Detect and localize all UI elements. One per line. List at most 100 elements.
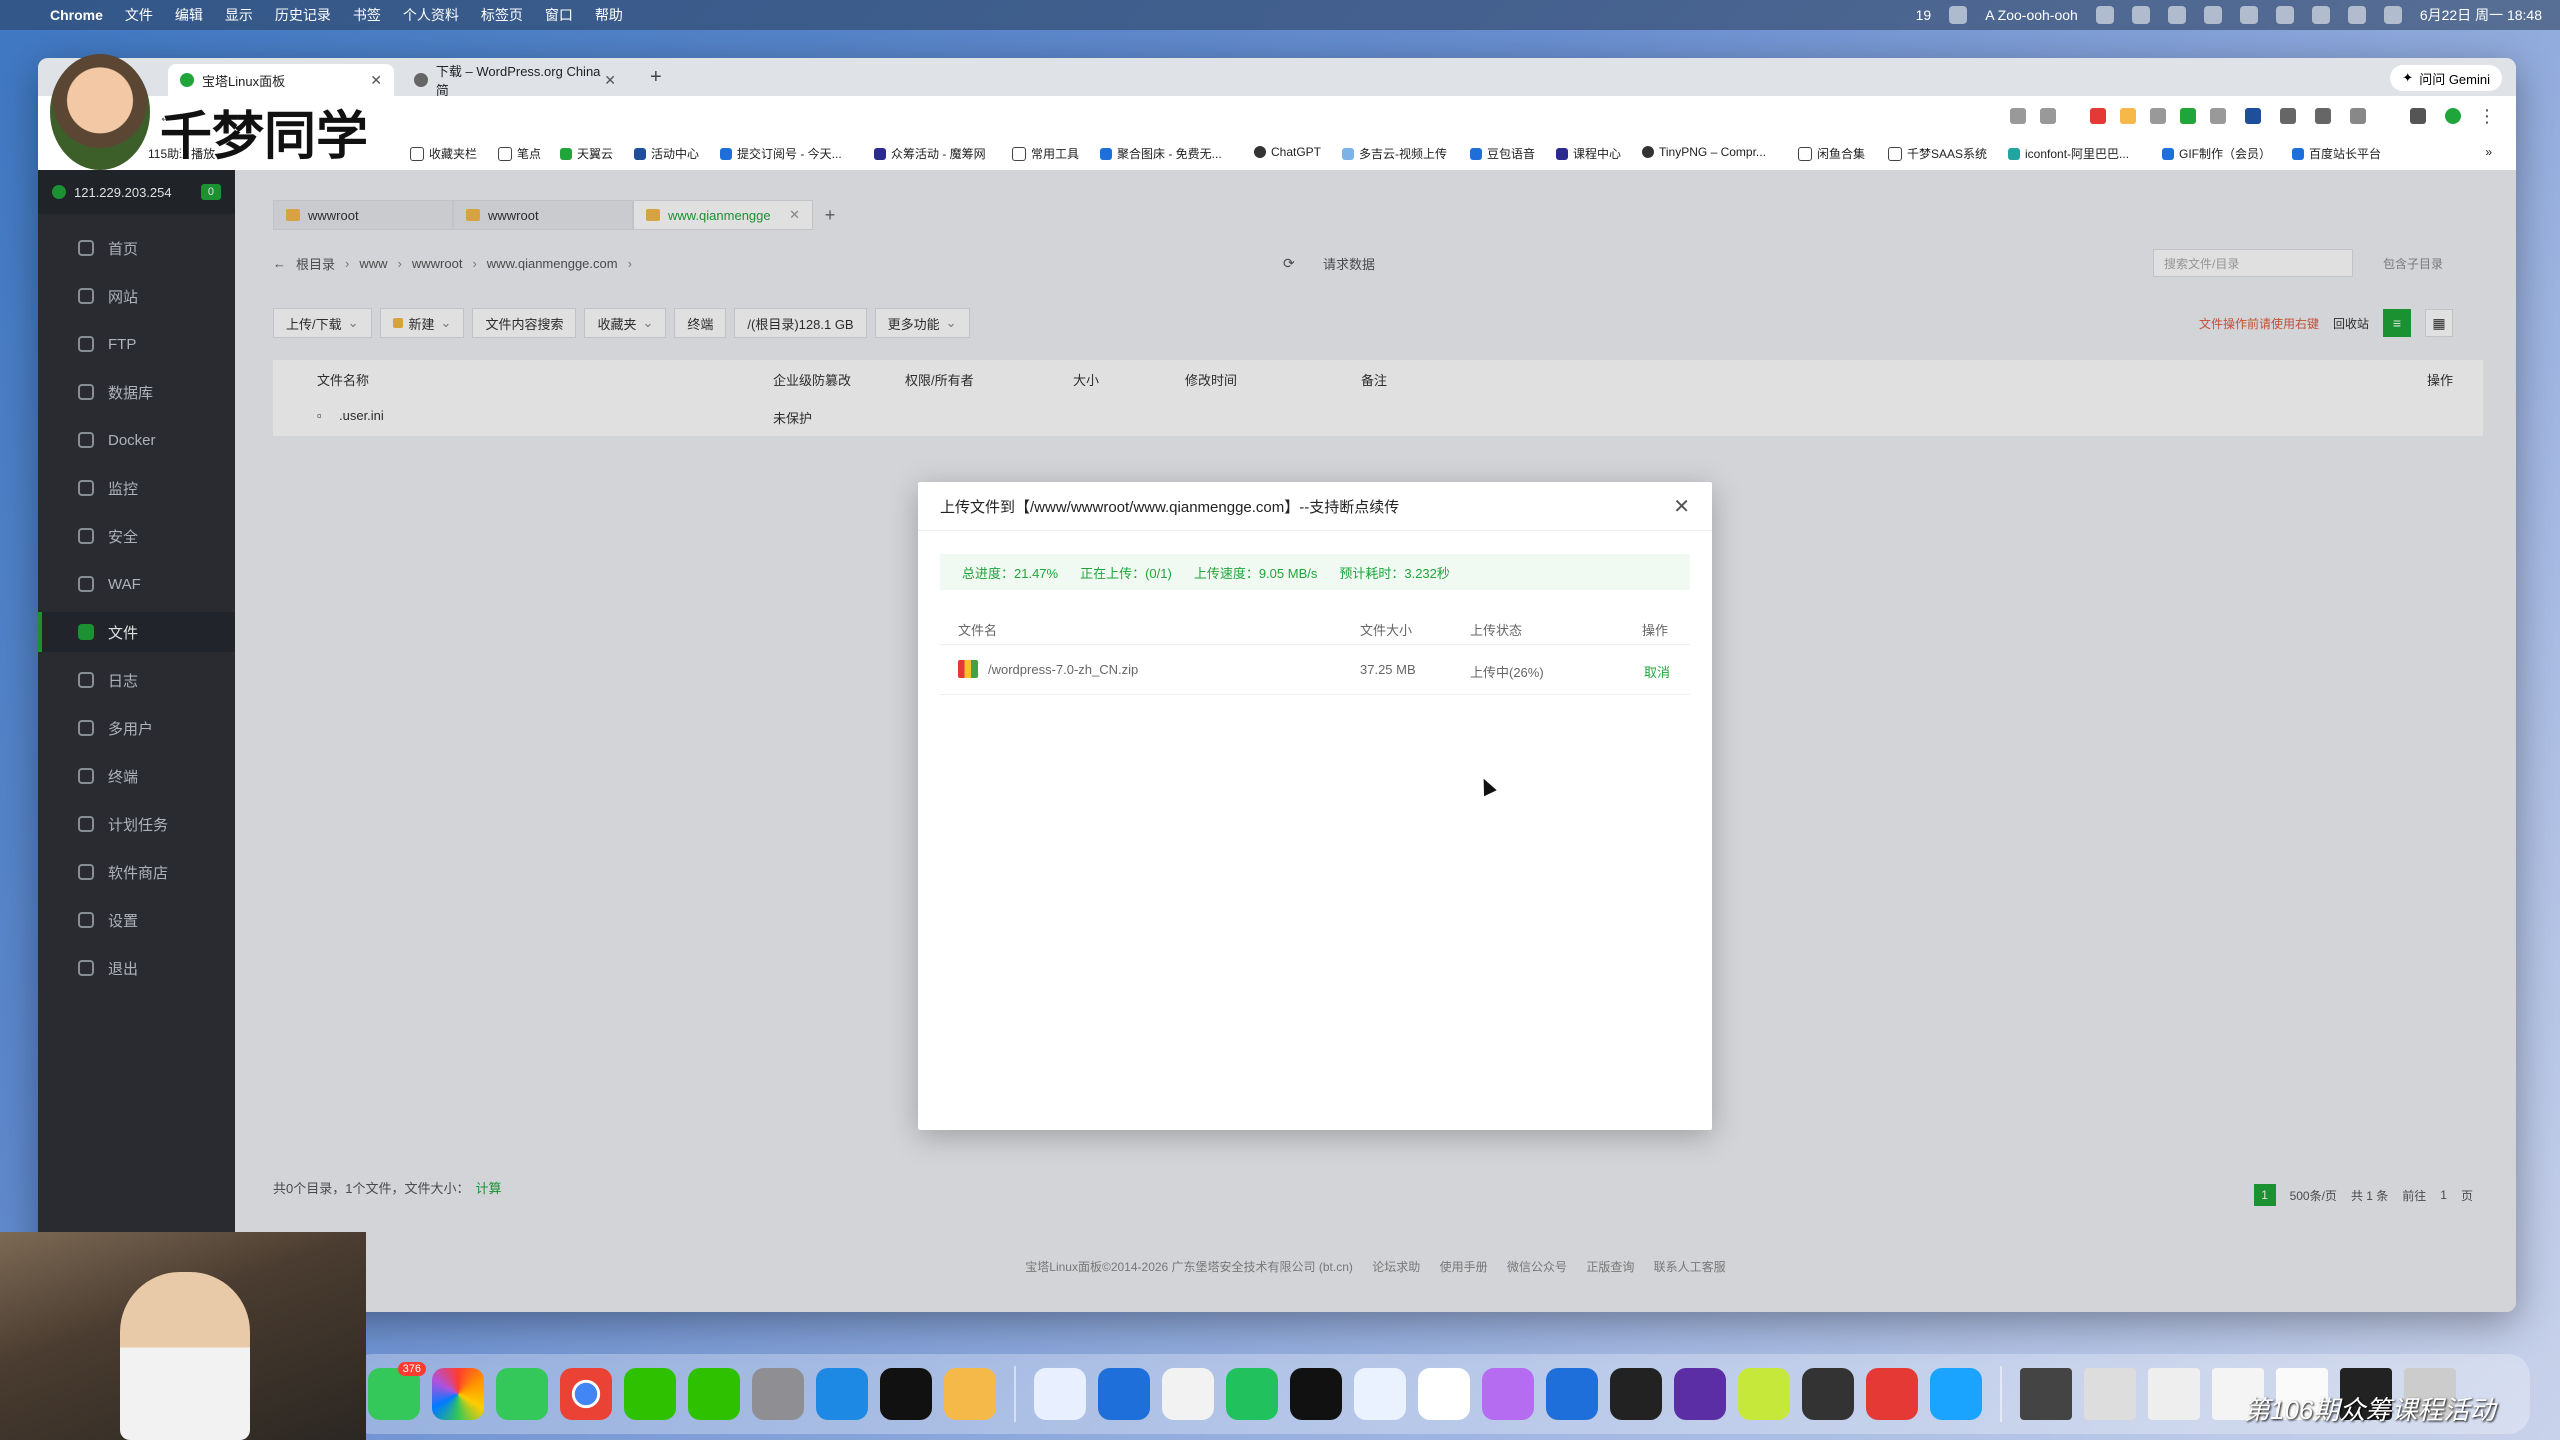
bookmark[interactable]: iconfont-阿里巴巴... [2008,145,2129,162]
wechat-icon[interactable] [624,1368,676,1420]
menu-bookmarks[interactable]: 书签 [353,5,381,25]
menu-app[interactable]: Chrome [50,7,103,23]
profile-avatar[interactable] [2445,108,2461,124]
terminal-icon[interactable] [1290,1368,1342,1420]
tab-wordpress[interactable]: 下载 – WordPress.org China 简 ✕ [402,64,628,98]
control-center-icon[interactable] [2383,6,2402,24]
app-icon[interactable] [1738,1368,1790,1420]
window-thumbnail[interactable] [2020,1368,2072,1420]
bookmark[interactable]: 豆包语音 [1470,145,1535,162]
close-icon[interactable]: ✕ [1673,494,1690,519]
app-icon[interactable] [1930,1368,1982,1420]
gemini-button[interactable]: ✦ 问问 Gemini [2390,65,2502,91]
window-thumbnail[interactable] [2148,1368,2200,1420]
more-icon[interactable]: ⋮ [2478,106,2496,127]
extension-icon[interactable] [2245,108,2261,124]
bookmark[interactable]: 提交订阅号 - 今天... [720,145,842,162]
menu-window[interactable]: 窗口 [545,5,573,25]
messages-badge: 376 [397,1362,426,1376]
settings-icon[interactable] [752,1368,804,1420]
extension-icon[interactable] [2280,108,2296,124]
bookmark[interactable]: 笔点 [498,145,541,162]
now-playing[interactable]: A Zoo-ooh-ooh [1985,7,2078,23]
app-icon[interactable] [1034,1368,1086,1420]
menu-tabs[interactable]: 标签页 [481,5,523,25]
search-icon[interactable] [2347,6,2366,24]
bookmark-icon [634,147,646,160]
apple-icon[interactable] [18,6,36,24]
menu-file[interactable]: 文件 [125,5,153,25]
capcut-icon[interactable] [880,1368,932,1420]
bookmark[interactable]: 常用工具 [1012,145,1079,162]
wechat-icon[interactable] [688,1368,740,1420]
app-icon[interactable] [1674,1368,1726,1420]
bookmark-icon [1556,147,1568,160]
bookmark[interactable]: 多吉云-视频上传 [1342,145,1447,162]
app-icon[interactable] [1098,1368,1150,1420]
tray-icon[interactable] [2203,6,2222,24]
extension-icon[interactable] [2090,108,2106,124]
extension-icon[interactable] [2315,108,2331,124]
notification-count[interactable]: 19 [1916,7,1932,23]
extension-icon[interactable] [2180,108,2196,124]
folder-icon [1012,146,1026,161]
bookmark[interactable]: GIF制作（会员） [2162,145,2271,162]
status-menus: 19 A Zoo-ooh-ooh 6月22日 周一 18:48 [1916,0,2542,30]
puzzle-icon[interactable] [2350,108,2366,124]
close-icon[interactable]: ✕ [604,72,616,89]
app-icon[interactable] [1162,1368,1214,1420]
window-thumbnail[interactable] [2084,1368,2136,1420]
wifi-icon[interactable] [2311,6,2330,24]
tray-icon[interactable] [2275,6,2294,24]
tray-icon[interactable] [2239,6,2258,24]
app-icon[interactable] [1546,1368,1598,1420]
app-icon[interactable] [1610,1368,1662,1420]
tray-icon[interactable] [1949,6,1968,24]
bookmark[interactable]: 天翼云 [560,145,613,162]
app-icon[interactable] [1482,1368,1534,1420]
menu-history[interactable]: 历史记录 [275,5,331,25]
tray-icon[interactable] [2131,6,2150,24]
bookmark[interactable]: ChatGPT [1254,145,1321,159]
zoom-icon[interactable] [2010,108,2026,124]
dock-separator [2000,1366,2002,1422]
photos-icon[interactable] [432,1368,484,1420]
app-icon[interactable] [1802,1368,1854,1420]
app-icon[interactable] [1226,1368,1278,1420]
messages-icon[interactable]: 376 [368,1362,426,1420]
menu-profile[interactable]: 个人资料 [403,5,459,25]
extension-icon[interactable] [2150,108,2166,124]
tab-title: 下载 – WordPress.org China 简 [435,64,601,98]
bookmark[interactable]: 活动中心 [634,145,699,162]
new-tab-button[interactable]: + [650,66,662,89]
app-icon[interactable] [1354,1368,1406,1420]
clock[interactable]: 6月22日 周一 18:48 [2420,5,2542,25]
bookmark[interactable]: 课程中心 [1556,145,1621,162]
extension-icon[interactable] [2210,108,2226,124]
bookmark-icon [560,147,572,160]
tray-icon[interactable] [2095,6,2114,24]
tray-icon[interactable] [2167,6,2186,24]
bookmark[interactable]: 聚合图床 - 免费无... [1100,145,1222,162]
bookmark-icon [874,147,886,160]
bookmark-icon [2292,147,2304,160]
app-icon[interactable] [816,1368,868,1420]
bookmarks-overflow-icon[interactable]: » [2485,145,2492,159]
menu-edit[interactable]: 编辑 [175,5,203,25]
bookmark[interactable]: 百度站长平台 [2292,145,2381,162]
menu-view[interactable]: 显示 [225,5,253,25]
wps-icon[interactable] [1866,1368,1918,1420]
bookmark[interactable]: 闲鱼合集 [1798,145,1865,162]
extension-icon[interactable] [2120,108,2136,124]
star-icon[interactable] [2040,108,2056,124]
phone-icon[interactable] [496,1368,548,1420]
app-icon[interactable] [944,1368,996,1420]
download-icon[interactable] [2410,108,2426,124]
bookmark[interactable]: 众筹活动 - 魔筹网 [874,145,986,162]
cancel-upload-button[interactable]: 取消 [1644,662,1670,681]
chrome-icon[interactable] [560,1368,612,1420]
menu-help[interactable]: 帮助 [595,5,623,25]
bookmark[interactable]: 千梦SAAS系统 [1888,145,1987,162]
app-icon[interactable] [1418,1368,1470,1420]
bookmark[interactable]: TinyPNG – Compr... [1642,145,1766,159]
